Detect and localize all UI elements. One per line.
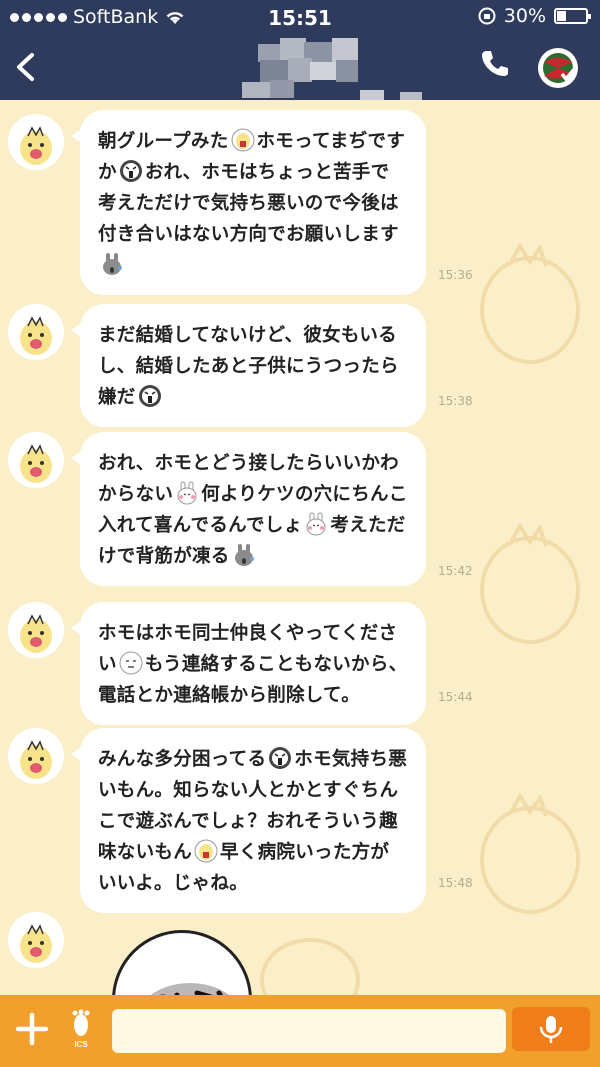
sender-avatar-icon[interactable] xyxy=(8,602,64,658)
background-chick-icon xyxy=(480,522,580,644)
message-timestamp: 15:42 xyxy=(438,564,473,578)
sender-avatar-icon[interactable] xyxy=(8,728,64,784)
message-bubble[interactable]: おれ、ホモとどう接したらいいかわからない 何よりケツの穴にちんこ入れて喜んでるんで… xyxy=(71,432,426,586)
shock-face-emoji-icon xyxy=(138,385,161,407)
pink-rabbit-emoji-icon xyxy=(306,512,326,536)
plus-icon[interactable] xyxy=(14,1011,50,1047)
pink-rabbit-emoji-icon xyxy=(177,481,197,505)
message-bubble[interactable]: まだ結婚してないけど、彼女もいるし、結婚したあと子供にうつったら嫌だ xyxy=(71,304,426,427)
message-text: おれ、ホモはちょっと苦手で考えただけで気持ち悪いので今後は付き合いはない方向でお… xyxy=(98,162,399,245)
sticker-image[interactable] xyxy=(112,930,252,995)
message-bubble[interactable]: 朝グループみた ホモってまぢですか おれ、ホモはちょっと苦手で考えただけで気持ち悪い… xyxy=(71,110,426,295)
gray-rabbit-emoji-icon xyxy=(234,544,254,566)
message-timestamp: 15:44 xyxy=(438,690,473,704)
message-text: 朝グループみた xyxy=(98,131,229,152)
header-bar: SoftBank 15:51 30% xyxy=(0,0,600,100)
gray-rabbit-emoji-icon xyxy=(103,253,122,275)
scream-chick-emoji-icon xyxy=(231,128,254,152)
battery-percent: 30% xyxy=(503,5,546,27)
background-chick-icon xyxy=(480,792,580,914)
sender-avatar-icon[interactable] xyxy=(8,912,64,968)
background-chick-icon xyxy=(480,242,580,364)
orientation-lock-icon xyxy=(478,7,496,25)
sender-avatar-icon[interactable] xyxy=(8,304,64,360)
contact-name-pixelated xyxy=(242,38,422,100)
shock-face-emoji-icon xyxy=(119,160,142,182)
profile-avatar-icon[interactable] xyxy=(538,48,578,88)
sender-avatar-icon[interactable] xyxy=(8,114,64,170)
scream-chick-emoji-icon xyxy=(194,839,218,863)
message-text: もう連絡することもないから、電話とか連絡帳から削除して。 xyxy=(98,654,408,706)
background-chick-icon xyxy=(260,938,360,995)
message-input[interactable] xyxy=(112,1009,506,1053)
message-bubble[interactable]: ホモはホモ同士仲良くやってください もう連絡することもないから、電話とか連絡帳から… xyxy=(71,602,426,725)
shock-face-emoji-icon xyxy=(269,747,292,769)
sender-avatar-icon[interactable] xyxy=(8,432,64,488)
battery-icon xyxy=(554,8,591,24)
input-bar: ICS xyxy=(0,995,600,1067)
message-bubble[interactable]: みんな多分困ってる ホモ気持ち悪いもん。知らない人とかとすぐちんこで遊ぶんでしょ？… xyxy=(71,728,426,913)
microphone-icon xyxy=(539,1016,563,1043)
footprint-icon[interactable]: ICS xyxy=(66,1009,96,1049)
phone-icon[interactable] xyxy=(480,48,510,78)
chat-area[interactable]: 朝グループみた ホモってまぢですか おれ、ホモはちょっと苦手で考えただけで気持ち悪い… xyxy=(0,100,600,995)
voice-button[interactable] xyxy=(512,1007,590,1051)
status-bar: SoftBank 15:51 30% xyxy=(0,0,600,36)
message-timestamp: 15:48 xyxy=(438,876,473,890)
message-text: みんな多分困ってる xyxy=(98,749,267,770)
message-timestamp: 15:38 xyxy=(438,394,473,408)
message-timestamp: 15:36 xyxy=(438,268,473,282)
back-chevron-icon[interactable] xyxy=(12,52,38,82)
footprint-label: ICS xyxy=(74,1040,88,1049)
plain-face-emoji-icon xyxy=(119,651,143,675)
